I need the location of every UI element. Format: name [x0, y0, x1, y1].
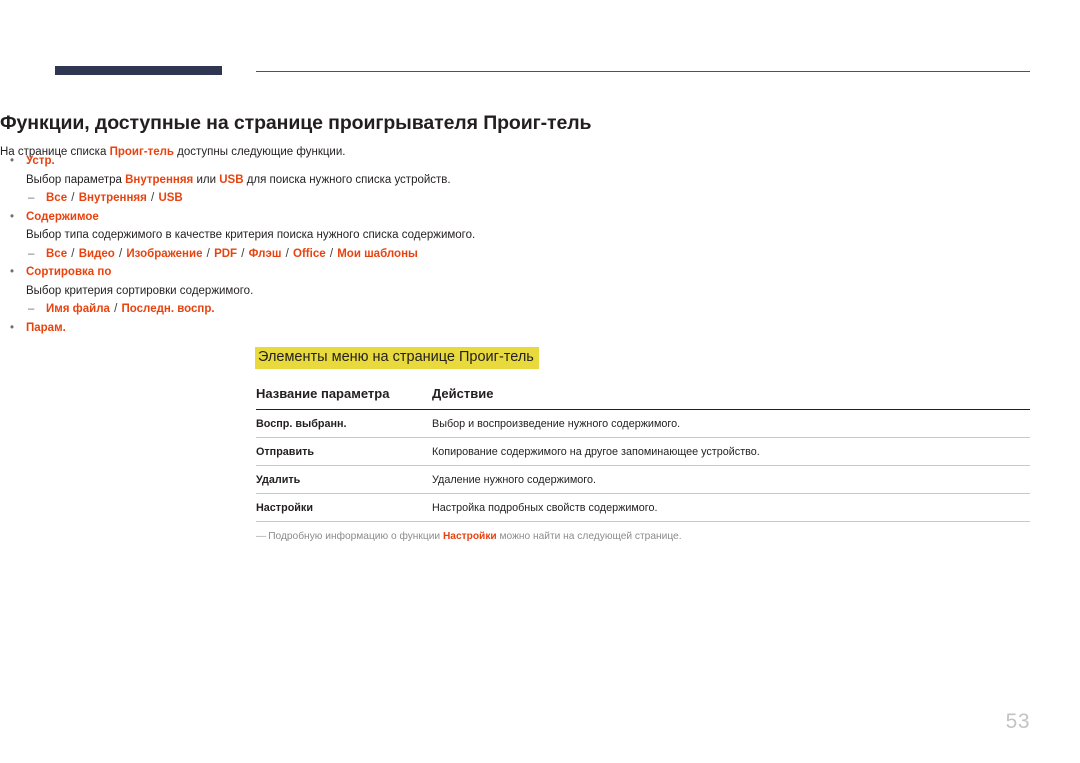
- table-row: Воспр. выбранн. Выбор и воспроизведение н…: [256, 409, 1030, 438]
- table-header-row: Название параметра Действие: [256, 386, 1030, 410]
- bullet-options-row: – Имя файла / Последн. воспр.: [0, 300, 774, 319]
- bullet-title: Содержимое: [26, 210, 99, 223]
- bullet-item: • Сортировка по: [0, 263, 774, 282]
- option-value: Внутренняя: [78, 192, 147, 204]
- table-cell-name: Отправить: [256, 437, 432, 466]
- column-header-name: Название параметра: [256, 386, 432, 410]
- option-separator: /: [110, 303, 121, 315]
- table-footnote: ― Подробную информацию о функции Настройк…: [256, 531, 1030, 542]
- table-cell-action: Выбор и воспроизведение нужного содержим…: [432, 409, 1030, 438]
- option-value: Имя файла: [46, 303, 110, 315]
- table-row: Настройки Настройка подробных свойств сод…: [256, 493, 1030, 522]
- table-row: Удалить Удаление нужного содержимого.: [256, 465, 1030, 494]
- table-head: Название параметра Действие: [256, 386, 1030, 410]
- column-header-action: Действие: [432, 386, 1030, 410]
- sub-bullet-dash-icon: –: [28, 303, 35, 315]
- option-value: Мои шаблоны: [337, 247, 418, 260]
- bullet-title: Сортировка по: [26, 266, 112, 278]
- bullet-description: Выбор критерия сортировки содержимого.: [0, 282, 774, 301]
- bullet-options-row: – Все / Внутренняя / USB: [0, 189, 774, 208]
- table-row: Отправить Копирование содержимого на друг…: [256, 437, 1030, 466]
- bullet-description: Выбор параметра Внутренняя или USB для п…: [0, 171, 774, 190]
- bullet-description: Выбор типа содержимого в качестве критер…: [0, 226, 774, 245]
- bullet-dot-icon: •: [10, 155, 15, 167]
- page-number: 53: [1005, 710, 1030, 733]
- sub-bullet-dash-icon: –: [28, 192, 35, 204]
- description-emphasis: USB: [219, 173, 244, 186]
- description-text: или: [193, 173, 220, 186]
- table-cell-name: Воспр. выбранн.: [256, 409, 432, 438]
- bullet-item: • Устр.: [0, 152, 774, 171]
- option-separator: /: [238, 247, 248, 260]
- footnote-dash-icon: ―: [256, 531, 266, 542]
- bullet-block: • Содержимое Выбор типа содержимого в каче…: [0, 208, 774, 264]
- bullet-dot-icon: •: [10, 266, 15, 278]
- table-cell-action: Копирование содержимого на другое запоми…: [432, 437, 1030, 466]
- header-horizontal-rule: [256, 71, 1030, 72]
- option-separator: /: [282, 247, 293, 260]
- bullet-title: Устр.: [26, 155, 55, 167]
- page-title: Функции, доступные на странице проигрыва…: [0, 112, 592, 135]
- option-value: Изображение: [126, 247, 203, 260]
- footnote-emphasis: Настройки: [442, 531, 497, 542]
- description-text: Выбор типа содержимого в качестве критер…: [26, 229, 476, 241]
- header-accent-bar: [55, 66, 222, 75]
- option-value: Office: [293, 247, 326, 260]
- bullet-dot-icon: •: [10, 321, 15, 334]
- option-separator: /: [147, 192, 158, 204]
- option-value: Все: [46, 192, 68, 204]
- description-emphasis: Внутренняя: [125, 173, 194, 186]
- footnote-text-after: можно найти на следующей странице.: [496, 531, 682, 542]
- bullet-item: • Содержимое: [0, 208, 774, 227]
- bullet-block: • Парам.: [0, 319, 774, 338]
- bullet-options-row: – Все / Видео / Изображение / PDF / Флэш …: [0, 245, 774, 264]
- bullet-title: Парам.: [26, 321, 66, 334]
- bullet-dot-icon: •: [10, 210, 15, 223]
- option-separator: /: [203, 247, 214, 260]
- bullet-item: • Парам.: [0, 319, 774, 338]
- menu-items-table: Название параметра Действие Воспр. выбра…: [256, 386, 1030, 522]
- section-heading-menu-items: Элементы меню на странице Проиг-тель: [255, 347, 539, 369]
- table-body: Воспр. выбранн. Выбор и воспроизведение н…: [256, 409, 1030, 522]
- footnote-text-before: Подробную информацию о функции: [268, 531, 443, 542]
- option-value: Последн. воспр.: [121, 303, 215, 315]
- table-cell-name: Настройки: [256, 493, 432, 522]
- option-separator: /: [115, 247, 126, 260]
- description-text: Выбор критерия сортировки содержимого.: [26, 284, 254, 297]
- option-separator: /: [326, 247, 337, 260]
- menu-items-table-container: Название параметра Действие Воспр. выбра…: [256, 386, 1030, 542]
- bullet-block: • Устр. Выбор параметра Внутренняя или USB…: [0, 152, 774, 208]
- option-separator: /: [68, 247, 78, 260]
- option-value: PDF: [214, 247, 238, 260]
- option-value: USB: [158, 192, 183, 204]
- feature-bullet-list: • Устр. Выбор параметра Внутренняя или USB…: [0, 152, 774, 337]
- sub-bullet-dash-icon: –: [28, 247, 35, 260]
- description-text: для поиска нужного списка устройств.: [243, 173, 451, 186]
- option-value: Видео: [78, 247, 115, 260]
- option-value: Флэш: [248, 247, 282, 260]
- table-cell-action: Настройка подробных свойств содержимого.: [432, 493, 1030, 522]
- option-separator: /: [68, 192, 78, 204]
- description-text: Выбор параметра: [26, 173, 126, 186]
- table-cell-name: Удалить: [256, 465, 432, 494]
- bullet-block: • Сортировка по Выбор критерия сортировки …: [0, 263, 774, 319]
- table-cell-action: Удаление нужного содержимого.: [432, 465, 1030, 494]
- option-value: Все: [46, 247, 68, 260]
